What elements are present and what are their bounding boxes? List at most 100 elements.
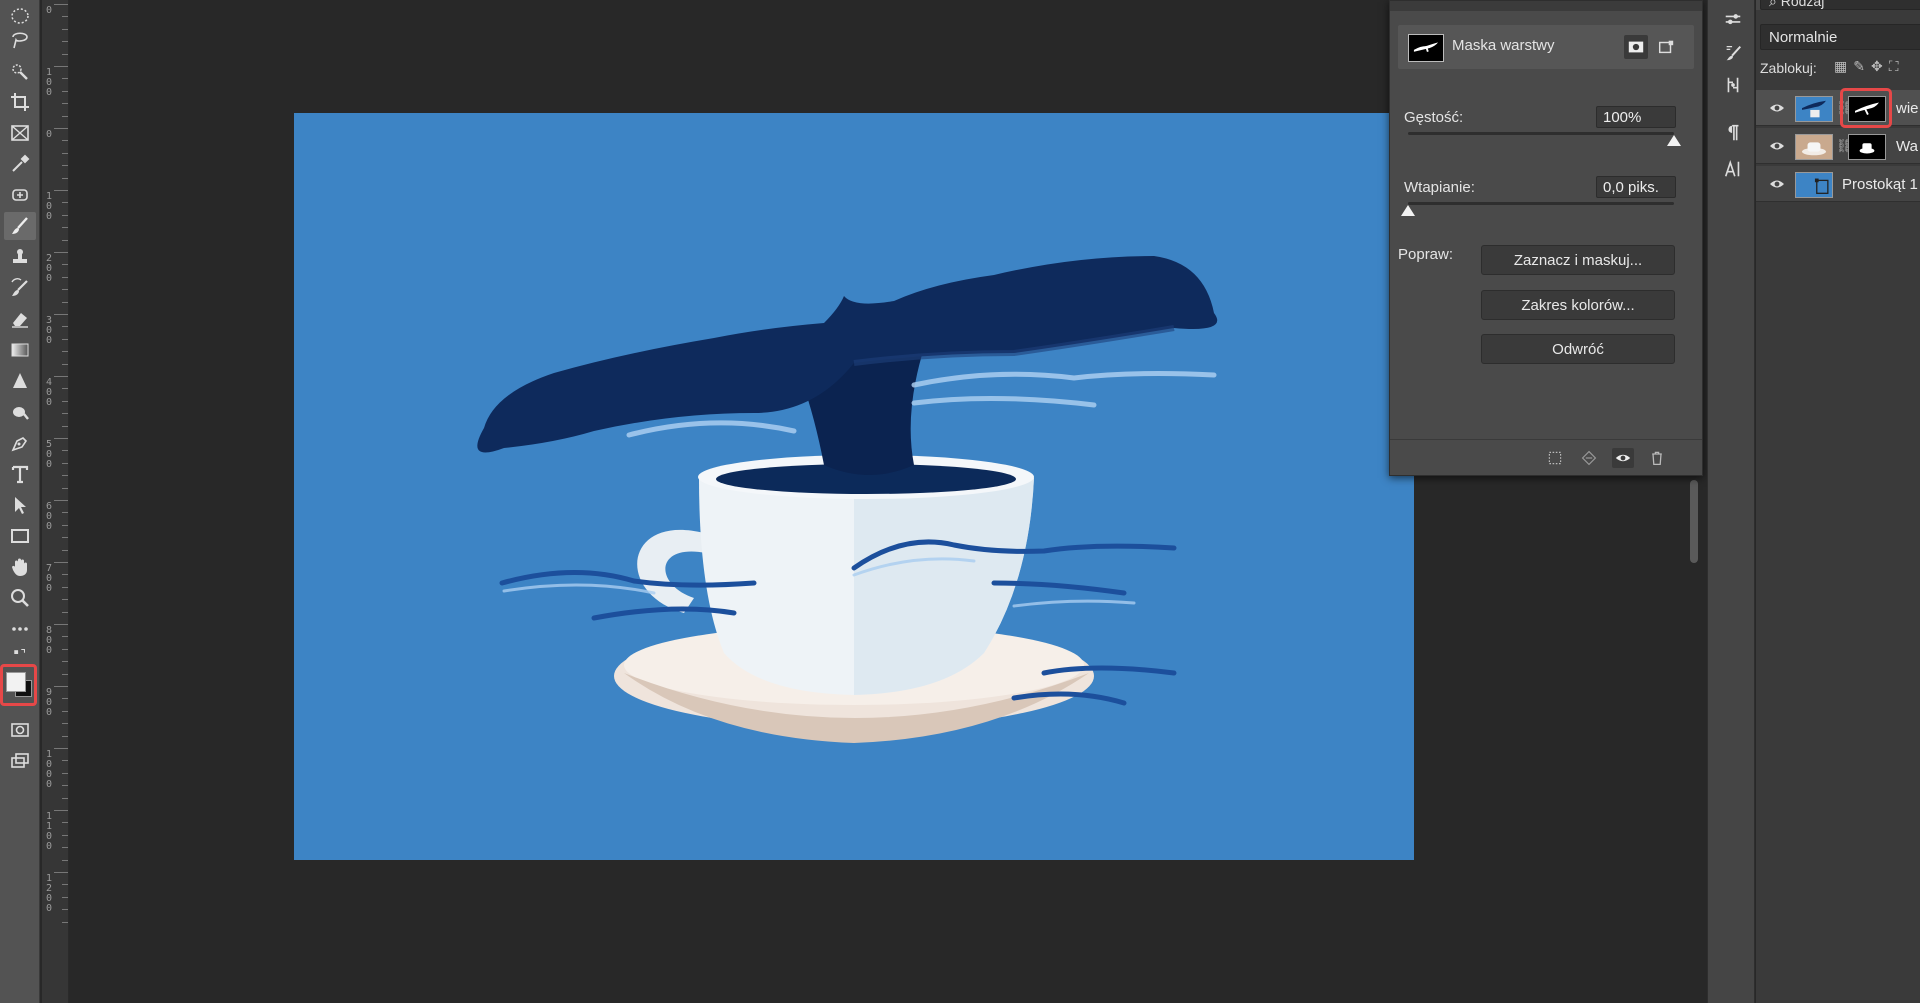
quick-selection-icon[interactable] (4, 57, 36, 85)
gradient-icon[interactable] (4, 336, 36, 364)
color-swatches[interactable] (0, 664, 37, 706)
more-tools-icon[interactable] (4, 615, 36, 643)
ruler-label: 1100 (45, 811, 53, 852)
density-field[interactable]: 100% (1596, 106, 1676, 128)
clone-source-icon[interactable] (1720, 72, 1746, 98)
apply-mask-icon[interactable] (1578, 448, 1600, 468)
swap-colors-icon[interactable] (4, 645, 36, 663)
feather-slider-knob[interactable] (1401, 205, 1415, 216)
ruler-tick (54, 562, 68, 563)
layer-name: Wa (1896, 138, 1918, 155)
ruler-minor-tick (62, 28, 68, 30)
ruler-label: 100 (45, 191, 53, 222)
ruler-minor-tick (62, 673, 68, 675)
dodge-icon[interactable] (4, 398, 36, 426)
ruler-minor-tick (62, 388, 68, 390)
eyedropper-icon[interactable] (4, 150, 36, 178)
zoom-icon[interactable] (4, 584, 36, 612)
ruler-minor-tick (62, 326, 68, 328)
ruler-minor-tick (62, 574, 68, 576)
ruler-minor-tick (62, 599, 68, 601)
photoshop-window: 0 100 0 100 200 300 400 500 600 700 800 900 1000 1100… (0, 0, 1920, 1003)
layer-mask-thumb[interactable] (1848, 134, 1886, 160)
ruler-label: 900 (45, 687, 53, 718)
layer-row[interactable]: ⛓ Wa (1756, 128, 1920, 164)
eye-icon[interactable] (1769, 139, 1785, 153)
tools-panel (0, 0, 40, 1003)
foreground-color-swatch[interactable] (6, 672, 26, 692)
healing-brush-icon[interactable] (4, 181, 36, 209)
invert-button[interactable]: Odwróć (1481, 334, 1675, 364)
eye-icon[interactable] (1769, 177, 1785, 191)
rectangle-icon[interactable] (4, 522, 36, 550)
ruler-minor-tick (62, 351, 68, 353)
hand-icon[interactable] (4, 553, 36, 581)
layer-row[interactable]: ⛓ wie (1756, 90, 1920, 126)
density-slider-track[interactable] (1408, 132, 1674, 135)
color-range-button[interactable]: Zakres kolorów... (1481, 290, 1675, 320)
lock-pixels-icon[interactable]: ✎ (1853, 58, 1871, 74)
ruler-minor-tick (62, 636, 68, 638)
lock-artboard-icon[interactable]: ⛶ (1889, 58, 1905, 74)
refine-label: Popraw: (1398, 246, 1454, 263)
blur-icon[interactable] (4, 367, 36, 395)
layer-row[interactable]: Prostokąt 1 (1756, 166, 1920, 202)
rectangle-thumb (1795, 172, 1833, 198)
path-selection-icon[interactable] (4, 491, 36, 519)
type-icon[interactable] (4, 460, 36, 488)
blend-mode-select[interactable]: Normalnie (1760, 24, 1920, 50)
ruler-minor-tick (62, 450, 68, 452)
character-icon[interactable] (1720, 156, 1746, 182)
ruler-label: 500 (45, 439, 53, 470)
ruler-minor-tick (62, 661, 68, 663)
ruler-minor-tick (62, 475, 68, 477)
density-slider-knob[interactable] (1667, 135, 1681, 146)
brush-icon[interactable] (4, 212, 36, 240)
layer-name: Prostokąt 1 (1842, 176, 1918, 193)
select-and-mask-button[interactable]: Zaznacz i maskuj... (1481, 245, 1675, 275)
eye-icon[interactable] (1769, 101, 1785, 115)
ruler-minor-tick (62, 425, 68, 427)
lock-options[interactable]: ▦✎✥⛶ (1834, 58, 1905, 75)
pen-icon[interactable] (4, 429, 36, 457)
feather-label: Wtapianie: (1404, 179, 1475, 196)
lasso-icon[interactable] (4, 26, 36, 54)
ruler-minor-tick (62, 648, 68, 650)
ruler-minor-tick (62, 78, 68, 80)
ruler-minor-tick (62, 53, 68, 55)
toggle-mask-visibility-icon[interactable] (1612, 448, 1634, 468)
ruler-tick (54, 624, 68, 625)
brush-settings-icon[interactable] (1720, 40, 1746, 66)
ruler-minor-tick (62, 760, 68, 762)
paragraph-icon[interactable] (1720, 120, 1746, 146)
ruler-tick (54, 500, 68, 501)
delete-mask-icon[interactable] (1646, 448, 1668, 468)
frame-icon[interactable] (4, 119, 36, 147)
ruler-minor-tick (62, 202, 68, 204)
eraser-icon[interactable] (4, 305, 36, 333)
ruler-minor-tick (62, 797, 68, 799)
layer-name: wie (1896, 100, 1919, 117)
lock-transparency-icon[interactable]: ▦ (1834, 58, 1853, 74)
density-label: Gęstość: (1404, 109, 1464, 126)
layer-filter-search[interactable]: ⌕ Rodzaj (1760, 0, 1920, 10)
adjustments-icon[interactable] (1720, 8, 1746, 34)
feather-field[interactable]: 0,0 piks. (1596, 176, 1676, 198)
vector-mask-icon[interactable] (1654, 35, 1678, 59)
crop-icon[interactable] (4, 88, 36, 116)
history-brush-icon[interactable] (4, 274, 36, 302)
canvas-vertical-scrollbar[interactable] (1690, 480, 1698, 563)
ruler-minor-tick (62, 413, 68, 415)
load-selection-icon[interactable] (1544, 448, 1566, 468)
vertical-ruler: 0 100 0 100 200 300 400 500 600 700 800 900 1000 1100… (42, 0, 69, 1003)
screen-mode-icon[interactable] (4, 747, 36, 775)
lock-position-icon[interactable]: ✥ (1871, 58, 1889, 74)
quick-mask-icon[interactable] (4, 716, 36, 744)
clone-stamp-icon[interactable] (4, 243, 36, 271)
document-canvas[interactable] (294, 113, 1414, 860)
ruler-tick (54, 128, 68, 129)
pixel-mask-icon[interactable] (1624, 35, 1648, 59)
feather-slider-track[interactable] (1408, 202, 1674, 205)
ruler-minor-tick (62, 41, 68, 43)
masks-panel-header (1390, 1, 1702, 11)
